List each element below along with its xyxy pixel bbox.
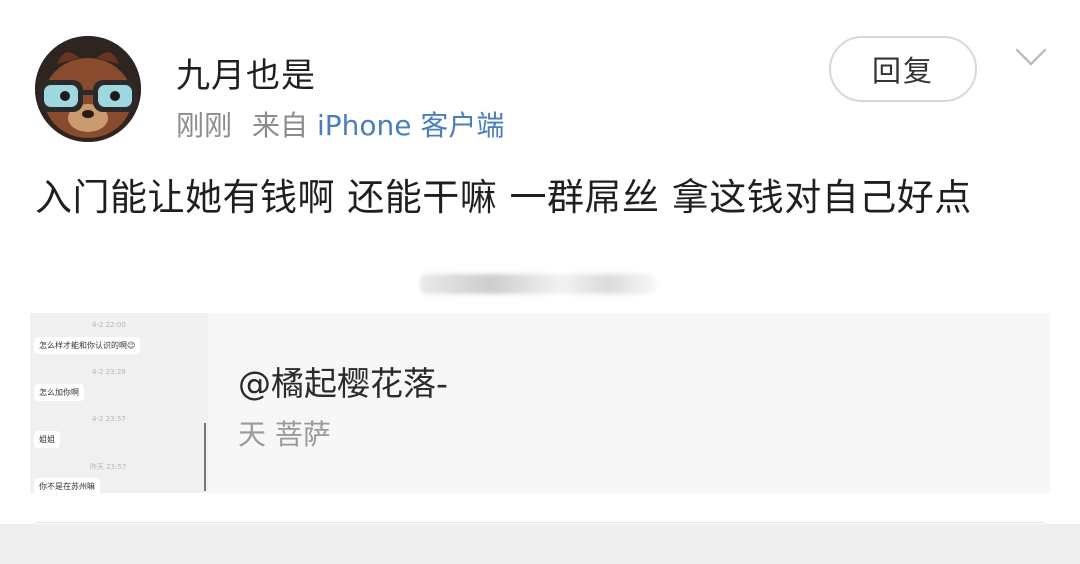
bottom-separator-bar xyxy=(0,524,1080,564)
chevron-down-icon[interactable] xyxy=(1015,46,1047,70)
post-body: 入门能让她有钱啊 还能干嘛 一群屌丝 拿这钱对自己好点 xyxy=(35,176,972,219)
quote-card[interactable]: 4-2 22:00 怎么样才能和你认识的啊😉 4-2 23:28 怎么加你啊 4… xyxy=(30,313,1050,493)
chat-bubble: 怎么加你啊 xyxy=(34,384,84,401)
source-prefix: 来自 xyxy=(252,109,309,142)
divider xyxy=(35,522,1045,523)
source-link[interactable]: iPhone 客户端 xyxy=(317,109,504,142)
chat-timestamp: 昨天 23:57 xyxy=(90,463,127,471)
avatar[interactable] xyxy=(35,36,141,142)
blurred-content xyxy=(420,274,656,294)
chat-bubble: 怎么样才能和你认识的啊😉 xyxy=(34,337,141,354)
post-meta: 刚刚 来自 iPhone 客户端 xyxy=(176,104,504,144)
chat-bubble: 你不是在苏州嘛 xyxy=(34,478,100,493)
quote-subtitle: 天 菩萨 xyxy=(238,418,331,451)
quote-title[interactable]: @橘起樱花落- xyxy=(238,357,448,405)
quote-thumbnail: 4-2 22:00 怎么样才能和你认识的啊😉 4-2 23:28 怎么加你啊 4… xyxy=(30,313,208,493)
thumbnail-scrollbar xyxy=(204,423,206,491)
post-time: 刚刚 xyxy=(176,109,233,142)
chat-timestamp: 4-2 22:00 xyxy=(92,321,126,329)
chat-bubble: 姐姐 xyxy=(34,431,60,448)
avatar-image xyxy=(35,36,141,142)
chat-timestamp: 4-2 23:57 xyxy=(92,415,126,423)
reply-button[interactable]: 回复 xyxy=(829,36,977,102)
chat-timestamp: 4-2 23:28 xyxy=(92,368,126,376)
username[interactable]: 九月也是 xyxy=(176,48,316,97)
